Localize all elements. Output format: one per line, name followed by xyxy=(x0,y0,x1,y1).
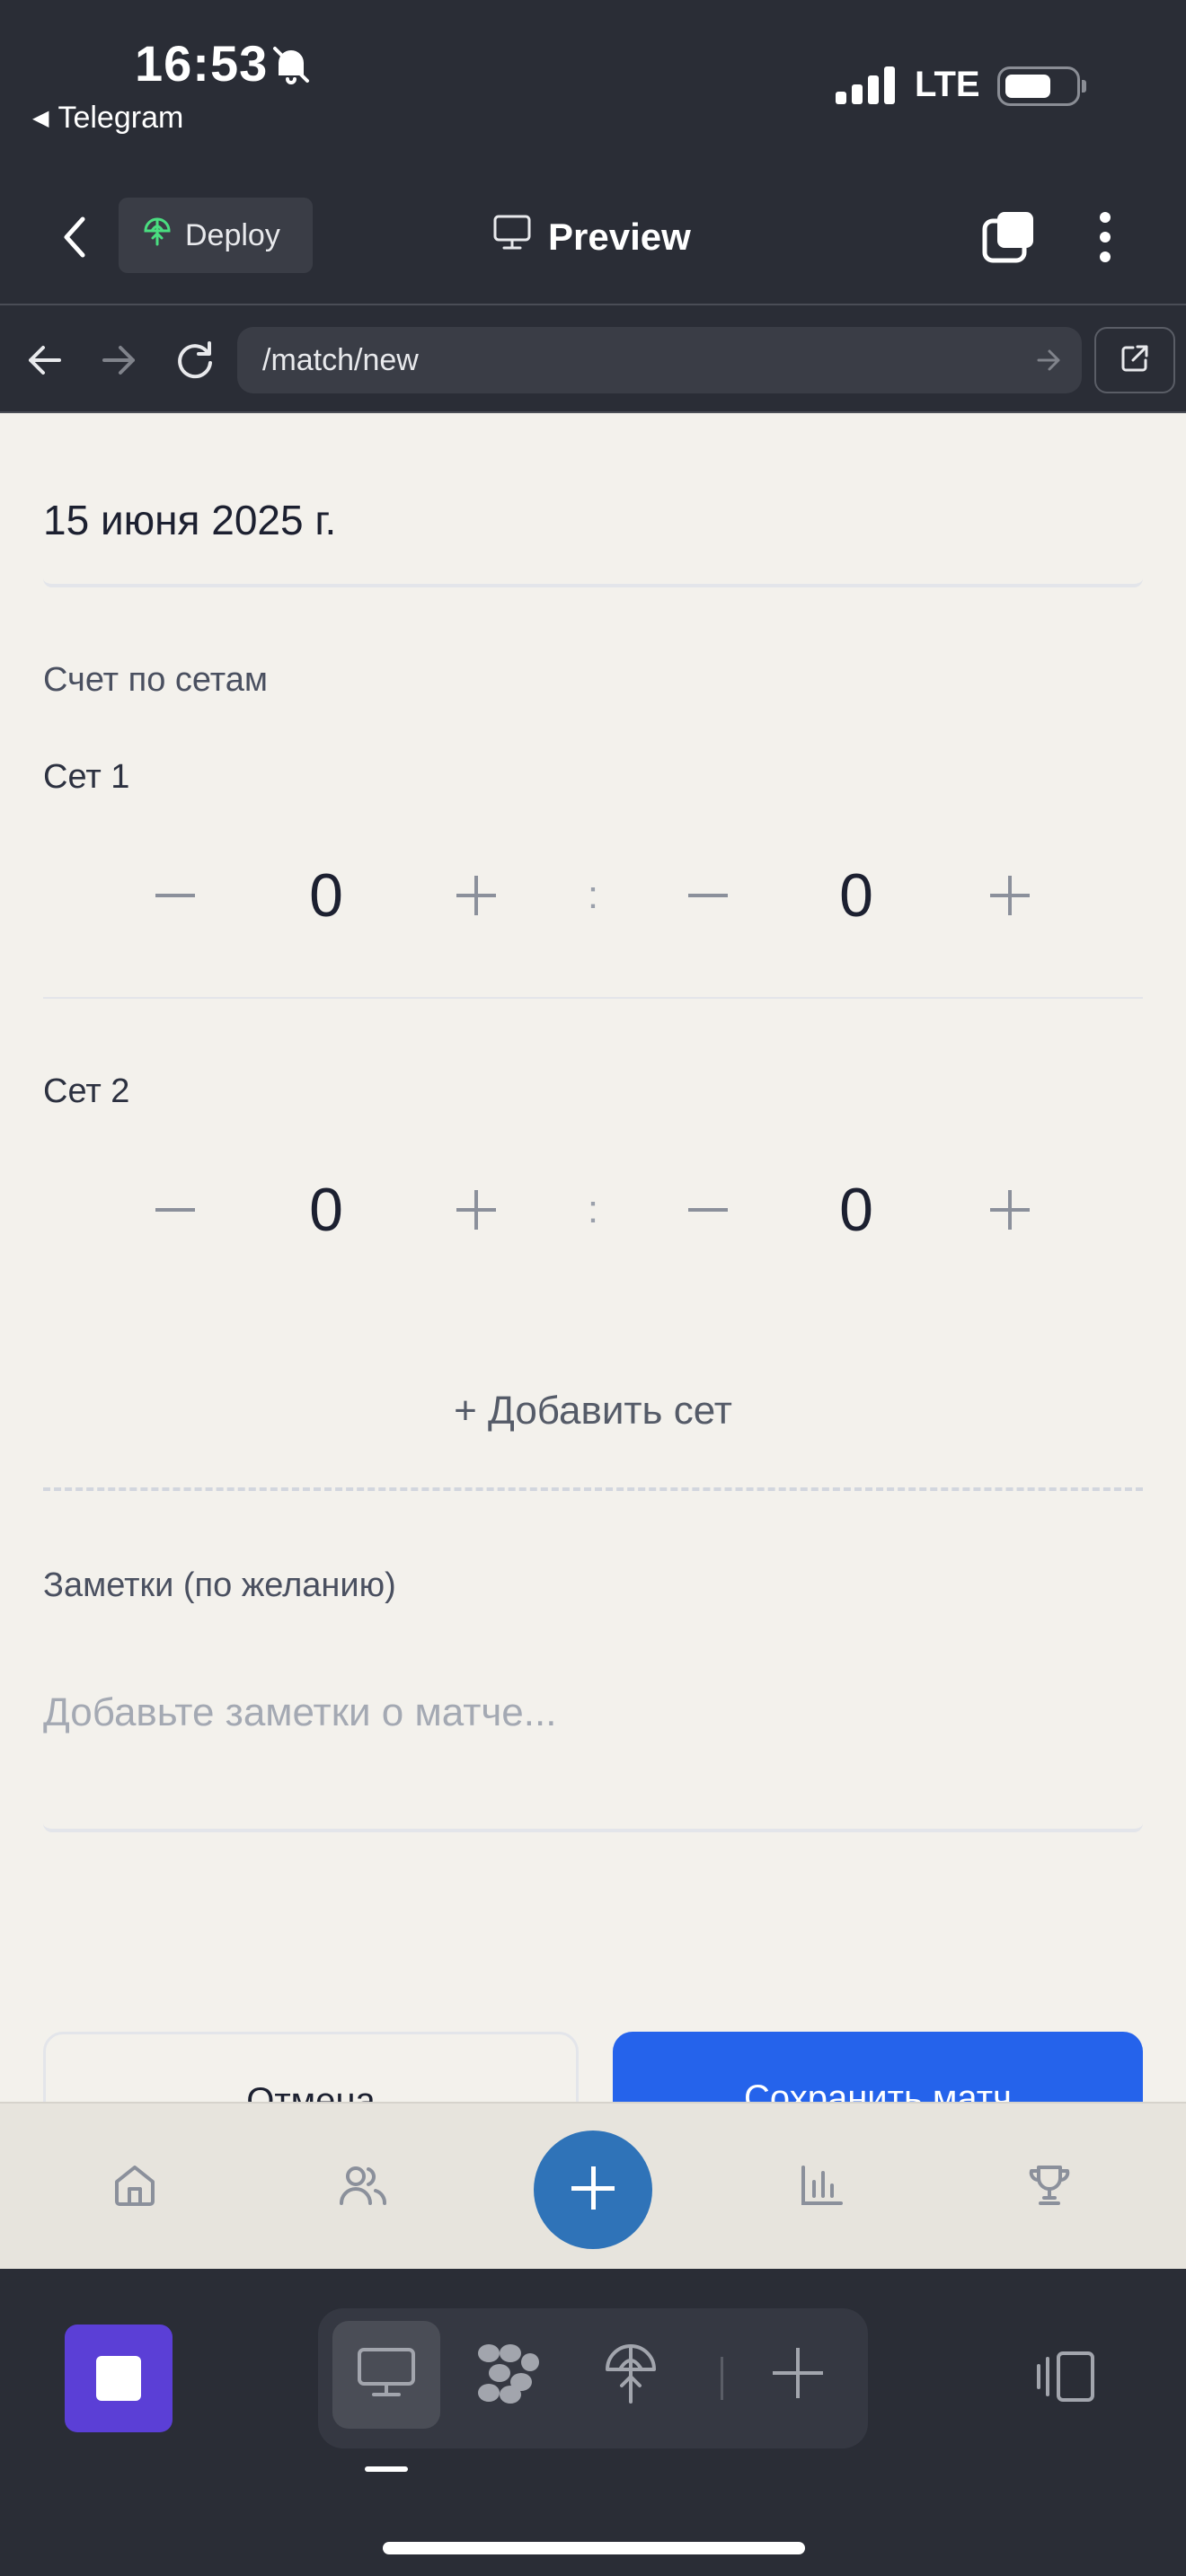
signal-icon xyxy=(836,66,895,104)
reload-icon[interactable] xyxy=(173,338,217,387)
deploy-label: Deploy xyxy=(185,217,280,252)
set-1-score-row: 0 : 0 xyxy=(0,851,1186,940)
grid-blob-icon xyxy=(474,2341,543,2410)
save-match-button[interactable]: Сохранить матч xyxy=(613,2032,1143,2102)
set-1-label: Сет 1 xyxy=(43,758,130,796)
score-b-value: 0 xyxy=(839,861,873,930)
set-2-score-row: 0 : 0 xyxy=(0,1165,1186,1255)
sets-title: Счет по сетам xyxy=(43,661,269,699)
plus-button[interactable] xyxy=(431,1165,521,1255)
url-text: /match/new xyxy=(262,342,419,377)
minus-button[interactable] xyxy=(130,1165,220,1255)
clock: 16:53 xyxy=(135,35,269,92)
deploy-icon xyxy=(142,216,173,255)
deploy-icon xyxy=(602,2341,659,2410)
plus-button[interactable] xyxy=(431,851,521,940)
tool-group xyxy=(318,2308,868,2448)
minus-button[interactable] xyxy=(130,851,220,940)
minus-button[interactable] xyxy=(663,1165,753,1255)
score-b-value: 0 xyxy=(839,1176,873,1244)
stop-button[interactable] xyxy=(65,2325,173,2432)
stop-square-icon xyxy=(96,2356,141,2401)
side-panel-icon xyxy=(1033,2351,1098,2407)
plus-icon xyxy=(773,2347,823,2403)
nav-stats[interactable] xyxy=(785,2156,857,2219)
preview-label: Preview xyxy=(548,216,691,258)
battery-icon xyxy=(997,66,1086,106)
dashed-divider xyxy=(43,1487,1143,1491)
external-link-icon xyxy=(1119,342,1151,379)
app-header: Deploy Preview xyxy=(0,171,1186,305)
monitor-icon xyxy=(492,214,532,260)
home-indicator xyxy=(383,2542,805,2554)
notes-label: Заметки (по желанию) xyxy=(43,1566,396,1604)
back-triangle-icon: ◀ xyxy=(32,106,49,130)
bell-muted-icon xyxy=(270,43,313,91)
browser-url-bar: /match/new xyxy=(0,307,1186,413)
users-icon xyxy=(338,2162,388,2213)
score-separator: : xyxy=(587,873,599,917)
plus-icon xyxy=(571,2166,615,2214)
browser-back-icon[interactable] xyxy=(25,338,65,387)
plus-button[interactable] xyxy=(965,851,1055,940)
desktop-tool[interactable] xyxy=(332,2321,440,2429)
more-vert-icon[interactable] xyxy=(1096,208,1114,270)
components-tool[interactable] xyxy=(455,2321,562,2429)
cancel-button[interactable]: Отмена xyxy=(43,2032,579,2102)
nav-tournaments[interactable] xyxy=(1013,2156,1085,2219)
network-type: LTE xyxy=(915,65,980,104)
browser-forward-icon[interactable] xyxy=(99,338,138,387)
bottom-nav xyxy=(0,2102,1186,2269)
notes-placeholder: Добавьте заметки о матче... xyxy=(43,1690,557,1734)
nav-home[interactable] xyxy=(99,2156,171,2219)
status-bar: 16:53 ◀ Telegram LTE xyxy=(0,0,1186,171)
open-external-button[interactable] xyxy=(1094,327,1175,393)
back-button[interactable] xyxy=(54,210,99,264)
add-tool[interactable] xyxy=(744,2321,852,2429)
match-form: 15 июня 2025 г. Счет по сетам Сет 1 0 : … xyxy=(0,413,1186,2102)
back-to-app-link[interactable]: ◀ Telegram xyxy=(32,101,183,136)
home-icon xyxy=(111,2162,158,2213)
trophy-icon xyxy=(1026,2162,1073,2213)
deploy-button[interactable]: Deploy xyxy=(119,198,313,273)
score-a-value: 0 xyxy=(309,861,343,930)
go-arrow-icon[interactable] xyxy=(1035,345,1062,384)
date-value: 15 июня 2025 г. xyxy=(43,497,337,543)
deploy-tool[interactable] xyxy=(577,2321,685,2429)
active-tool-indicator xyxy=(365,2466,408,2472)
divider xyxy=(43,997,1143,999)
tabs-icon[interactable] xyxy=(981,208,1039,270)
back-app-label: Telegram xyxy=(58,101,184,135)
score-a-value: 0 xyxy=(309,1176,343,1244)
notes-textarea[interactable]: Добавьте заметки о матче... xyxy=(43,1636,1143,1832)
url-input[interactable]: /match/new xyxy=(237,327,1082,393)
preview-title[interactable]: Preview xyxy=(492,210,691,264)
chart-icon xyxy=(798,2162,845,2213)
nav-players[interactable] xyxy=(327,2156,399,2219)
panel-toggle-button[interactable] xyxy=(1033,2350,1098,2408)
score-separator: : xyxy=(587,1187,599,1231)
tool-separator xyxy=(721,2357,723,2400)
date-field[interactable]: 15 июня 2025 г. xyxy=(43,413,1143,587)
plus-button[interactable] xyxy=(965,1165,1055,1255)
add-match-fab[interactable] xyxy=(534,2130,652,2249)
minus-button[interactable] xyxy=(663,851,753,940)
add-set-button[interactable]: + Добавить сет xyxy=(0,1389,1186,1434)
set-2-label: Сет 2 xyxy=(43,1072,130,1110)
desktop-icon xyxy=(356,2346,417,2404)
ide-toolbar xyxy=(0,2269,1186,2576)
